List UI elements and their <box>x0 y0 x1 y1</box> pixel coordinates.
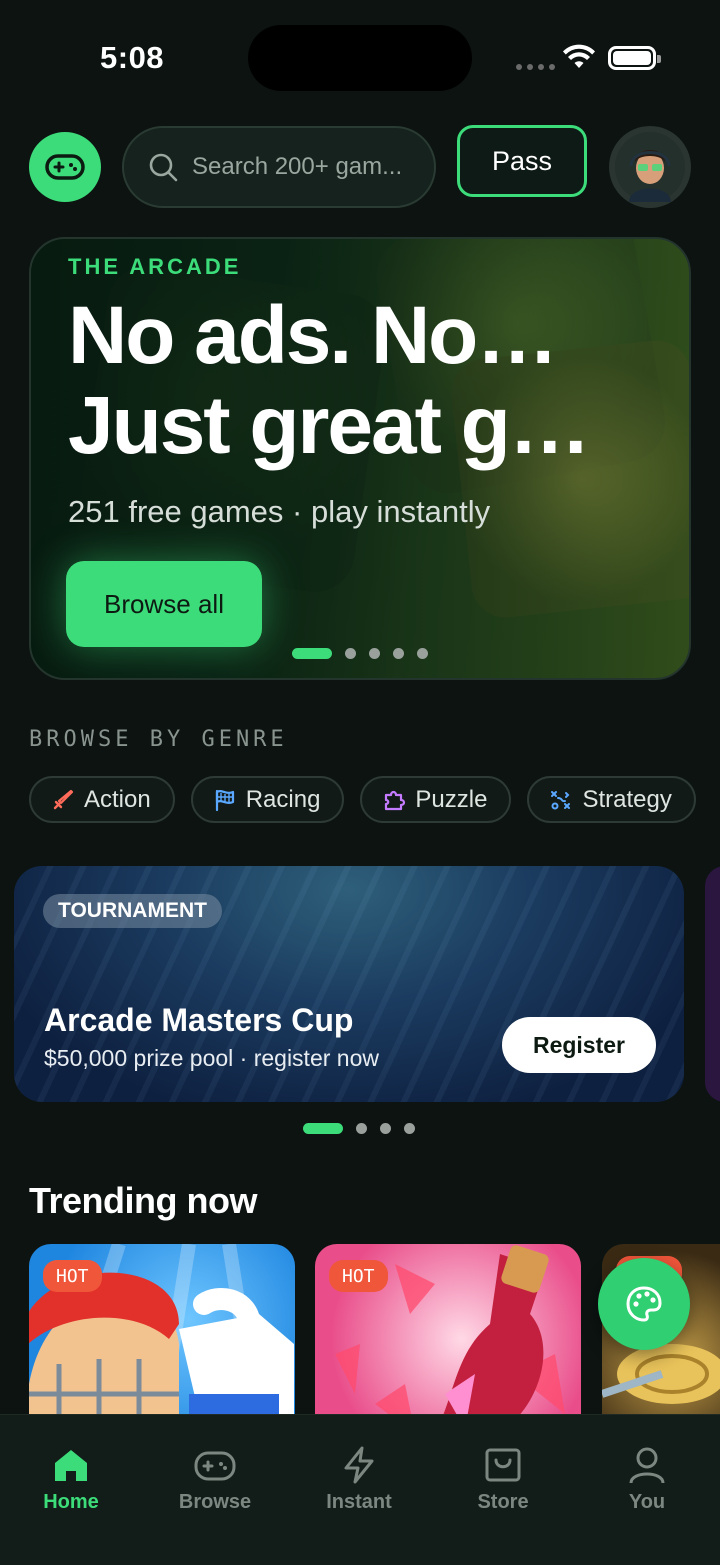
tournament-title: Arcade Masters Cup <box>44 1002 354 1038</box>
tab-label: Browse <box>178 1491 252 1513</box>
palette-icon <box>626 1286 662 1322</box>
home-icon <box>55 1450 87 1481</box>
pass-button[interactable]: Pass <box>457 125 587 197</box>
tab-browse[interactable]: Browse <box>160 1445 270 1514</box>
search-input[interactable] <box>192 153 418 181</box>
hero-banner[interactable]: THE ARCADE No ads. No… Just great g… 251… <box>29 237 691 680</box>
lightning-icon <box>344 1446 374 1484</box>
wifi-icon <box>563 44 595 68</box>
search-icon <box>149 153 178 182</box>
hero-headline-line: No ads. No… <box>68 291 558 381</box>
next-promo-card-peek[interactable] <box>705 866 720 1102</box>
page-dot[interactable] <box>417 648 428 659</box>
page-dot-active[interactable] <box>303 1123 343 1134</box>
dynamic-island <box>248 25 472 91</box>
store-icon <box>485 1448 521 1482</box>
promo-page-indicator[interactable] <box>303 1123 415 1134</box>
register-button[interactable]: Register <box>502 1017 656 1073</box>
page-dot[interactable] <box>404 1123 415 1134</box>
avatar[interactable] <box>609 126 691 208</box>
page-dot[interactable] <box>356 1123 367 1134</box>
page-dot[interactable] <box>345 648 356 659</box>
genre-chip-label: Puzzle <box>415 785 488 813</box>
gamepad-icon <box>194 1451 236 1481</box>
page-dot-active[interactable] <box>292 648 332 659</box>
browse-all-button[interactable]: Browse all <box>66 561 262 647</box>
hero-page-indicator[interactable] <box>292 648 428 659</box>
bottom-tab-bar: Home Browse Instant Store You <box>0 1414 720 1565</box>
tab-you[interactable]: You <box>592 1445 702 1514</box>
trending-game-card[interactable]: HOT <box>315 1244 581 1434</box>
trending-section-title: Trending now <box>29 1180 257 1221</box>
gamepad-logo-icon <box>45 154 85 180</box>
hero-headline-line: Just great g… <box>68 381 591 471</box>
hot-badge: HOT <box>43 1260 102 1292</box>
genre-chip-racing[interactable]: Racing <box>190 776 345 823</box>
page-dot[interactable] <box>380 1123 391 1134</box>
tournament-badge: TOURNAMENT <box>43 894 222 928</box>
genre-chip-label: Racing <box>245 785 321 813</box>
user-icon <box>629 1447 665 1484</box>
genre-chip-strategy[interactable]: Strategy <box>527 776 696 823</box>
genre-chip-puzzle[interactable]: Puzzle <box>360 776 512 823</box>
tab-instant[interactable]: Instant <box>304 1445 414 1514</box>
sword-icon <box>53 789 74 809</box>
tab-label: Instant <box>326 1491 392 1513</box>
tab-home[interactable]: Home <box>16 1445 126 1514</box>
hero-eyebrow: THE ARCADE <box>68 254 242 279</box>
tournament-card[interactable]: TOURNAMENT Arcade Masters Cup $50,000 pr… <box>14 866 684 1102</box>
hero-headline: No ads. No… Just great g… <box>68 291 608 471</box>
battery-icon <box>608 46 661 70</box>
tab-label: You <box>628 1491 666 1513</box>
genre-section-label: BROWSE BY GENRE <box>29 727 288 752</box>
tab-label: Home <box>43 1491 99 1513</box>
page-dot[interactable] <box>393 648 404 659</box>
home-logo-button[interactable] <box>29 132 101 202</box>
hot-badge: HOT <box>329 1260 388 1292</box>
page-dot[interactable] <box>369 648 380 659</box>
flag-icon <box>215 789 234 811</box>
hero-subtitle: 251 free games · play instantly <box>68 494 491 529</box>
genre-chip-action[interactable]: Action <box>29 776 175 823</box>
tab-store[interactable]: Store <box>448 1445 558 1514</box>
status-bar: 5:08 <box>0 0 720 110</box>
search-bar[interactable] <box>122 126 436 208</box>
trending-game-card[interactable]: HOT <box>29 1244 295 1434</box>
genre-chip-label: Action <box>84 785 151 813</box>
status-time: 5:08 <box>100 40 165 75</box>
strategy-icon <box>551 790 571 809</box>
tab-label: Store <box>477 1491 529 1513</box>
theme-palette-button[interactable] <box>598 1258 690 1350</box>
genre-chip-label: Strategy <box>582 785 672 813</box>
tournament-subtitle: $50,000 prize pool · register now <box>44 1045 379 1071</box>
puzzle-icon <box>385 790 406 810</box>
genre-chips: Action Racing Puzzle Strategy <box>29 776 696 823</box>
cellular-signal-icon <box>516 64 555 70</box>
user-avatar-icon <box>615 132 685 202</box>
